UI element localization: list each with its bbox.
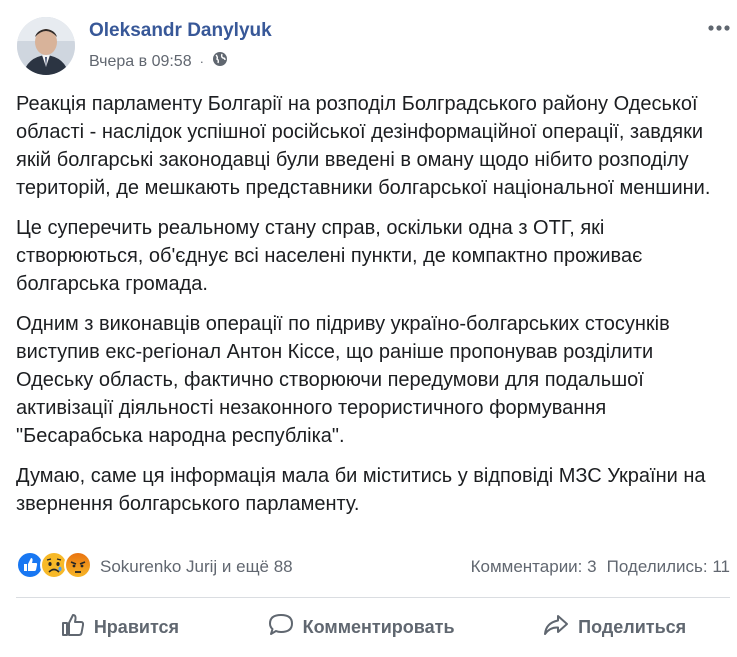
post-paragraph: Це суперечить реальному стану справ, оск… [16, 217, 643, 295]
comment-button[interactable]: Комментировать [267, 612, 455, 643]
engagement-counts: Комментарии: 3 Поделились: 11 [471, 557, 730, 577]
comment-label: Комментировать [302, 616, 455, 637]
author-avatar[interactable] [17, 17, 75, 75]
reactions-bar: Sokurenko Jurij и ещё 88 Комментарии: 3 … [16, 550, 730, 584]
post-paragraph: Реакція парламенту Болгарії на розподіл … [16, 93, 711, 199]
reactors-summary[interactable]: Sokurenko Jurij и ещё 88 [100, 557, 293, 577]
share-arrow-icon [542, 612, 570, 643]
like-label: Нравится [93, 616, 180, 637]
meta-separator: · [199, 54, 204, 69]
post-timestamp[interactable]: Вчера в 09:58 [89, 53, 192, 71]
share-button[interactable]: Поделиться [542, 612, 686, 643]
post-actions: Нравится Комментировать Поделиться [16, 608, 730, 646]
shares-count[interactable]: Поделились: 11 [607, 557, 730, 577]
actions-divider [16, 597, 730, 598]
avatar-photo [17, 17, 75, 75]
like-button[interactable]: Нравится [60, 612, 179, 643]
thumbs-up-icon [60, 612, 86, 643]
post-paragraph: Думаю, саме ця інформація мала би містит… [16, 465, 706, 515]
share-label: Поделиться [578, 616, 687, 637]
comment-bubble-icon [267, 612, 295, 643]
angry-reaction-icon [64, 550, 92, 584]
post-author-name[interactable]: Oleksandr Danylyuk [89, 20, 272, 42]
more-dots-icon[interactable] [706, 18, 732, 38]
globe-icon[interactable] [212, 51, 228, 72]
sad-reaction-icon [40, 550, 68, 584]
like-reaction-icon [16, 550, 44, 584]
reaction-icons[interactable] [16, 550, 92, 584]
post-body: Реакція парламенту Болгарії на розподіл … [16, 90, 722, 530]
post-paragraph: Одним з виконавців операції по підриву у… [16, 313, 670, 447]
post-meta: Вчера в 09:58 · [89, 51, 228, 72]
comments-count[interactable]: Комментарии: 3 [471, 557, 597, 577]
